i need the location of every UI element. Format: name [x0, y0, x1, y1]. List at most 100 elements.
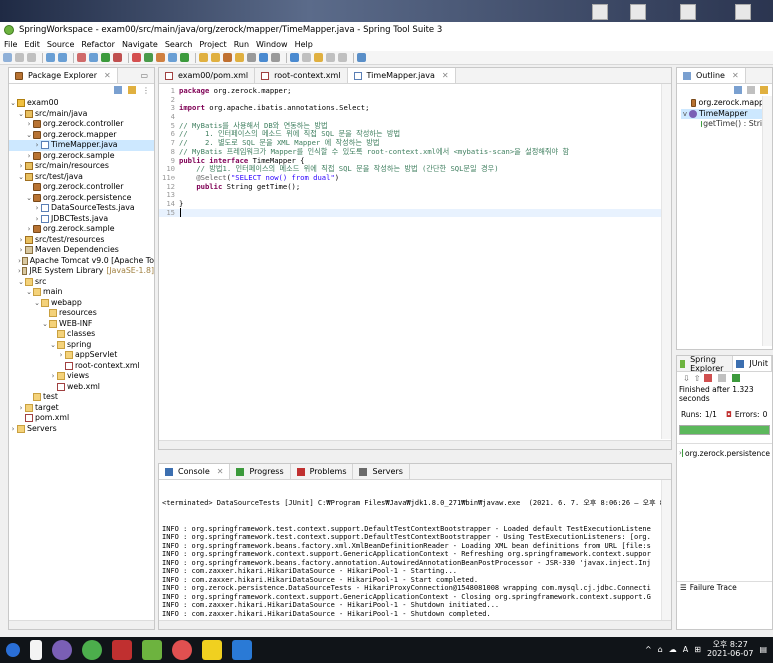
chevron-down-icon[interactable]: ⌄ — [25, 193, 33, 204]
junit-tree-item[interactable]: › org.zerock.persistence — [679, 448, 770, 459]
console-icon[interactable] — [46, 53, 55, 62]
tree-item[interactable]: classes — [9, 329, 154, 340]
tree-item[interactable]: › Servers — [9, 424, 154, 435]
server-icon[interactable] — [132, 53, 141, 62]
editor-hscroll[interactable] — [159, 440, 671, 449]
chevron-down-icon[interactable]: ⌄ — [49, 340, 57, 351]
tree-item[interactable]: ⌄ src/test/java — [9, 172, 154, 183]
outline-item-method[interactable]: getTime() : String — [691, 119, 772, 130]
chevron-down-icon[interactable]: ⌄ — [41, 319, 49, 330]
chevron-right-icon[interactable]: › — [17, 403, 25, 414]
ime-indicator[interactable]: A — [683, 645, 688, 654]
cloud-icon[interactable]: ☁ — [669, 645, 677, 654]
menu-edit[interactable]: Edit — [24, 40, 40, 49]
chevron-down-icon[interactable]: ⌄ — [33, 298, 41, 309]
spring-tool-suite-taskbar-icon[interactable] — [142, 640, 162, 660]
tray-expand-icon[interactable]: ^ — [645, 645, 652, 654]
tree-item[interactable]: › JRE System Library [JavaSE-1.8] — [9, 266, 154, 277]
editor-tab[interactable]: exam00/pom.xml — [159, 68, 256, 83]
editor-tab[interactable]: TimeMapper.java ✕ — [347, 68, 456, 83]
spring-boot-icon[interactable] — [77, 53, 86, 62]
code-editor[interactable]: 1 package org.zerock.mapper; 2 3 import org.… — [159, 84, 671, 218]
console-output[interactable]: <terminated> DataSourceTests [JUnit] C:₩… — [159, 480, 671, 637]
start-icon[interactable] — [6, 643, 20, 657]
save-all-icon[interactable] — [27, 53, 36, 62]
chevron-down-icon[interactable]: ⌄ — [25, 287, 33, 298]
chevron-down-icon[interactable]: ⌄ — [17, 172, 25, 183]
menu-navigate[interactable]: Navigate — [122, 40, 158, 49]
open-type-icon[interactable] — [199, 53, 208, 62]
chevron-down-icon[interactable]: ⌄ — [9, 98, 17, 109]
mark-occurrences-icon[interactable] — [235, 53, 244, 62]
close-icon[interactable]: ✕ — [442, 71, 449, 80]
console-vscroll[interactable] — [661, 480, 671, 620]
tree-item[interactable]: › target — [9, 403, 154, 414]
new-class-icon[interactable] — [180, 53, 189, 62]
close-icon[interactable]: ✕ — [732, 71, 739, 80]
run-icon[interactable] — [101, 53, 110, 62]
chevron-right-icon[interactable]: › — [25, 224, 33, 235]
toggle-block-icon[interactable] — [247, 53, 256, 62]
tab-spring-explorer[interactable]: Spring Explorer — [677, 355, 734, 373]
outline-vscroll[interactable] — [762, 96, 772, 346]
chevron-right-icon[interactable]: › — [17, 245, 25, 256]
tree-item[interactable]: › appServlet — [9, 350, 154, 361]
outline-item-package[interactable]: org.zerock.mapper — [691, 98, 772, 109]
tree-item[interactable]: › org.zerock.sample — [9, 224, 154, 235]
show-whitespace-icon[interactable] — [259, 53, 268, 62]
chevron-right-icon[interactable]: › — [25, 119, 33, 130]
debug-icon[interactable] — [89, 53, 98, 62]
keyboard-icon[interactable]: ⊞ — [694, 645, 701, 654]
outline-item-interface[interactable]: v TimeMapper — [681, 108, 772, 119]
minimize-icon[interactable]: ▭ — [140, 71, 148, 80]
tree-item[interactable]: › TimeMapper.java — [9, 140, 154, 151]
prev-failure-icon[interactable]: ⇧ — [694, 374, 701, 383]
forward-icon[interactable] — [338, 53, 347, 62]
tree-item[interactable]: › src/main/resources — [9, 161, 154, 172]
tree-item[interactable]: › org.zerock.controller — [9, 119, 154, 130]
tree-item[interactable]: › src/test/resources — [9, 235, 154, 246]
chevron-right-icon[interactable]: › — [33, 203, 41, 214]
console-area-tab[interactable]: Servers — [353, 464, 410, 479]
console-area-tab[interactable]: Progress — [230, 464, 291, 479]
chevron-right-icon[interactable]: › — [49, 371, 57, 382]
chevron-right-icon[interactable]: › — [33, 214, 41, 225]
chrome-icon[interactable] — [82, 640, 102, 660]
photos-icon[interactable] — [232, 640, 252, 660]
console-area-tab[interactable]: Console ✕ — [159, 464, 231, 479]
desktop-file-icon[interactable] — [592, 4, 608, 20]
menu-window[interactable]: Window — [256, 40, 288, 49]
chevron-down-icon[interactable]: ⌄ — [17, 109, 25, 120]
tab-package-explorer[interactable]: Package Explorer ✕ — [9, 68, 118, 83]
tree-item[interactable]: ⌄ WEB-INF — [9, 319, 154, 330]
tree-item[interactable]: › JDBCTests.java — [9, 214, 154, 225]
menu-run[interactable]: Run — [234, 40, 249, 49]
chevron-right-icon[interactable]: › — [17, 161, 25, 172]
tree-item[interactable]: › Apache Tomcat v9.0 [Apache To — [9, 256, 154, 267]
back-icon[interactable] — [326, 53, 335, 62]
editor-tab[interactable]: root-context.xml — [255, 68, 348, 83]
app-icon[interactable] — [172, 640, 192, 660]
search-icon[interactable] — [223, 53, 232, 62]
rerun-icon[interactable] — [732, 374, 741, 382]
server-start-icon[interactable] — [144, 53, 153, 62]
editor-vscroll[interactable] — [661, 84, 671, 439]
console-hscroll[interactable] — [159, 620, 671, 629]
desktop-file-icon[interactable] — [630, 4, 646, 20]
chevron-right-icon[interactable]: › — [9, 424, 17, 435]
tree-item[interactable]: ⌄ org.zerock.mapper — [9, 130, 154, 141]
chevron-right-icon[interactable]: › — [17, 235, 25, 246]
save-icon[interactable] — [15, 53, 24, 62]
menu-source[interactable]: Source — [47, 40, 74, 49]
tree-item[interactable]: test — [9, 392, 154, 403]
tree-item[interactable]: ⌄ src/main/java — [9, 109, 154, 120]
sort-icon[interactable] — [734, 86, 742, 94]
menu-search[interactable]: Search — [165, 40, 192, 49]
pilcrow-icon[interactable] — [271, 53, 280, 62]
chevron-down-icon[interactable]: ⌄ — [17, 277, 25, 288]
menu-file[interactable]: File — [4, 40, 17, 49]
view-menu-icon[interactable]: ⋮ — [142, 86, 150, 95]
next-annotation-icon[interactable] — [290, 53, 299, 62]
chevron-down-icon[interactable]: ⌄ — [25, 130, 33, 141]
hide-fields-icon[interactable] — [747, 86, 755, 94]
